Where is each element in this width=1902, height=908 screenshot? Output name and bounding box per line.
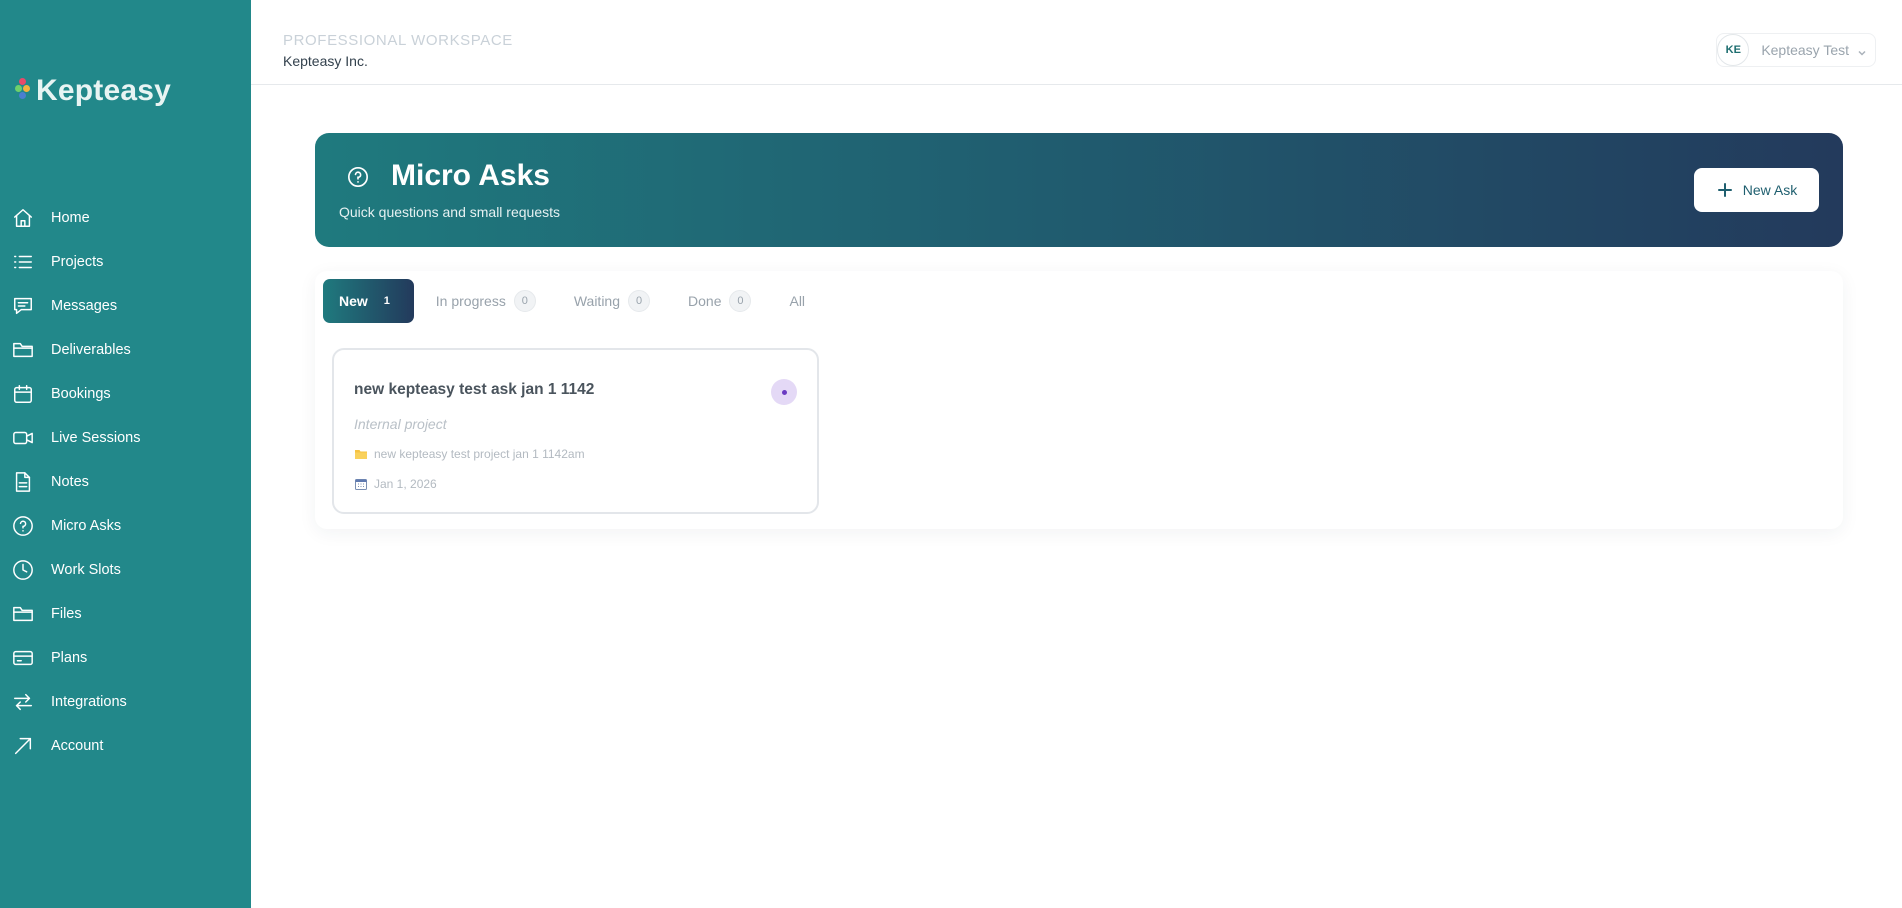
sidebar-item-label: Micro Asks [51, 518, 122, 534]
ask-card[interactable]: new kepteasy test ask jan 1 1142 Interna… [332, 348, 819, 514]
ask-project-row: new kepteasy test project jan 1 1142am [354, 447, 585, 461]
folder-icon [12, 339, 34, 361]
sidebar-item-label: Integrations [51, 694, 127, 710]
page-banner: Micro Asks Quick questions and small req… [315, 133, 1843, 247]
question-icon [347, 166, 369, 188]
avatar: KE [1717, 34, 1750, 66]
message-icon [12, 295, 34, 317]
ask-project-type: Internal project [354, 416, 447, 432]
sidebar-item-label: Projects [51, 254, 104, 270]
logo[interactable]: Kepteasy [14, 76, 171, 106]
sidebar-item-work-slots[interactable]: Work Slots [0, 548, 251, 592]
calendar-icon [354, 477, 368, 491]
tab-done[interactable]: Done 0 [672, 279, 767, 323]
sidebar-item-account[interactable]: Account [0, 724, 251, 768]
user-name: Kepteasy Test [1761, 42, 1849, 58]
sidebar: Kepteasy Home Projects Messages Delivera… [0, 0, 251, 908]
new-ask-label: New Ask [1742, 182, 1798, 198]
workspace-name: Kepteasy Inc. [283, 53, 368, 69]
asks-panel: New 1 In progress 0 Waiting 0 Done 0 All… [315, 271, 1843, 529]
sidebar-item-label: Bookings [51, 386, 111, 402]
sidebar-item-label: Notes [51, 474, 89, 490]
list-icon [12, 251, 34, 273]
home-icon [12, 207, 34, 229]
calendar-icon [12, 383, 34, 405]
top-header: PROFESSIONAL WORKSPACE Kepteasy Inc. KE … [251, 0, 1902, 85]
clock-icon [12, 559, 34, 581]
tab-waiting[interactable]: Waiting 0 [558, 279, 666, 323]
folder-icon [12, 603, 34, 625]
sidebar-item-messages[interactable]: Messages [0, 284, 251, 328]
sidebar-item-label: Plans [51, 650, 88, 666]
tab-label: Waiting [573, 293, 621, 309]
sidebar-item-projects[interactable]: Projects [0, 240, 251, 284]
sidebar-item-label: Messages [51, 298, 118, 314]
tab-all[interactable]: All [773, 279, 821, 323]
sidebar-item-integrations[interactable]: Integrations [0, 680, 251, 724]
video-icon [12, 427, 34, 449]
folder-icon [354, 447, 368, 461]
question-icon [12, 515, 34, 537]
sidebar-item-label: Home [51, 210, 90, 226]
sidebar-item-files[interactable]: Files [0, 592, 251, 636]
status-tabs: New 1 In progress 0 Waiting 0 Done 0 All [323, 279, 827, 323]
tab-label: New [339, 293, 368, 309]
user-menu[interactable]: KE Kepteasy Test [1716, 33, 1876, 67]
page-subtitle: Quick questions and small requests [339, 204, 560, 220]
page-title: Micro Asks [391, 159, 550, 192]
sidebar-item-label: Deliverables [51, 342, 131, 358]
tab-count-badge: 0 [628, 290, 651, 312]
arrows-icon [12, 691, 34, 713]
plus-icon [1716, 181, 1734, 199]
sidebar-item-label: Work Slots [51, 562, 121, 578]
tab-count-badge: 1 [383, 295, 390, 307]
sidebar-item-label: Files [51, 606, 82, 622]
sidebar-item-deliverables[interactable]: Deliverables [0, 328, 251, 372]
tab-count-badge: 0 [729, 290, 752, 312]
sidebar-item-home[interactable]: Home [0, 196, 251, 240]
sidebar-item-bookings[interactable]: Bookings [0, 372, 251, 416]
ask-title: new kepteasy test ask jan 1 1142 [354, 381, 595, 398]
logo-mark-icon [14, 76, 34, 106]
sidebar-item-label: Account [51, 738, 104, 754]
sidebar-item-live-sessions[interactable]: Live Sessions [0, 416, 251, 460]
tab-label: All [789, 293, 806, 309]
app-root: Kepteasy Home Projects Messages Delivera… [0, 0, 1902, 908]
new-ask-button[interactable]: New Ask [1694, 168, 1819, 212]
sidebar-nav: Home Projects Messages Deliverables Book… [0, 196, 251, 768]
logo-text: Kepteasy [36, 74, 172, 107]
sidebar-item-micro-asks[interactable]: Micro Asks [0, 504, 251, 548]
sidebar-item-label: Live Sessions [51, 430, 141, 446]
workspace-label: PROFESSIONAL WORKSPACE [283, 32, 513, 49]
chevron-down-icon [1857, 45, 1867, 56]
ask-date: Jan 1, 2026 [374, 477, 437, 491]
tab-in-progress[interactable]: In progress 0 [420, 279, 552, 323]
tab-label: In progress [435, 293, 506, 309]
sidebar-item-notes[interactable]: Notes [0, 460, 251, 504]
ask-date-row: Jan 1, 2026 [354, 477, 437, 491]
tab-new[interactable]: New 1 [323, 279, 414, 323]
document-icon [12, 471, 34, 493]
credit-card-icon [12, 647, 34, 669]
sidebar-item-plans[interactable]: Plans [0, 636, 251, 680]
tab-label: Done [688, 293, 722, 309]
tab-count-badge: 0 [513, 290, 536, 312]
status-dot-badge [771, 379, 797, 405]
ask-project-name: new kepteasy test project jan 1 1142am [374, 447, 585, 461]
arrow-up-right-icon [12, 735, 34, 757]
